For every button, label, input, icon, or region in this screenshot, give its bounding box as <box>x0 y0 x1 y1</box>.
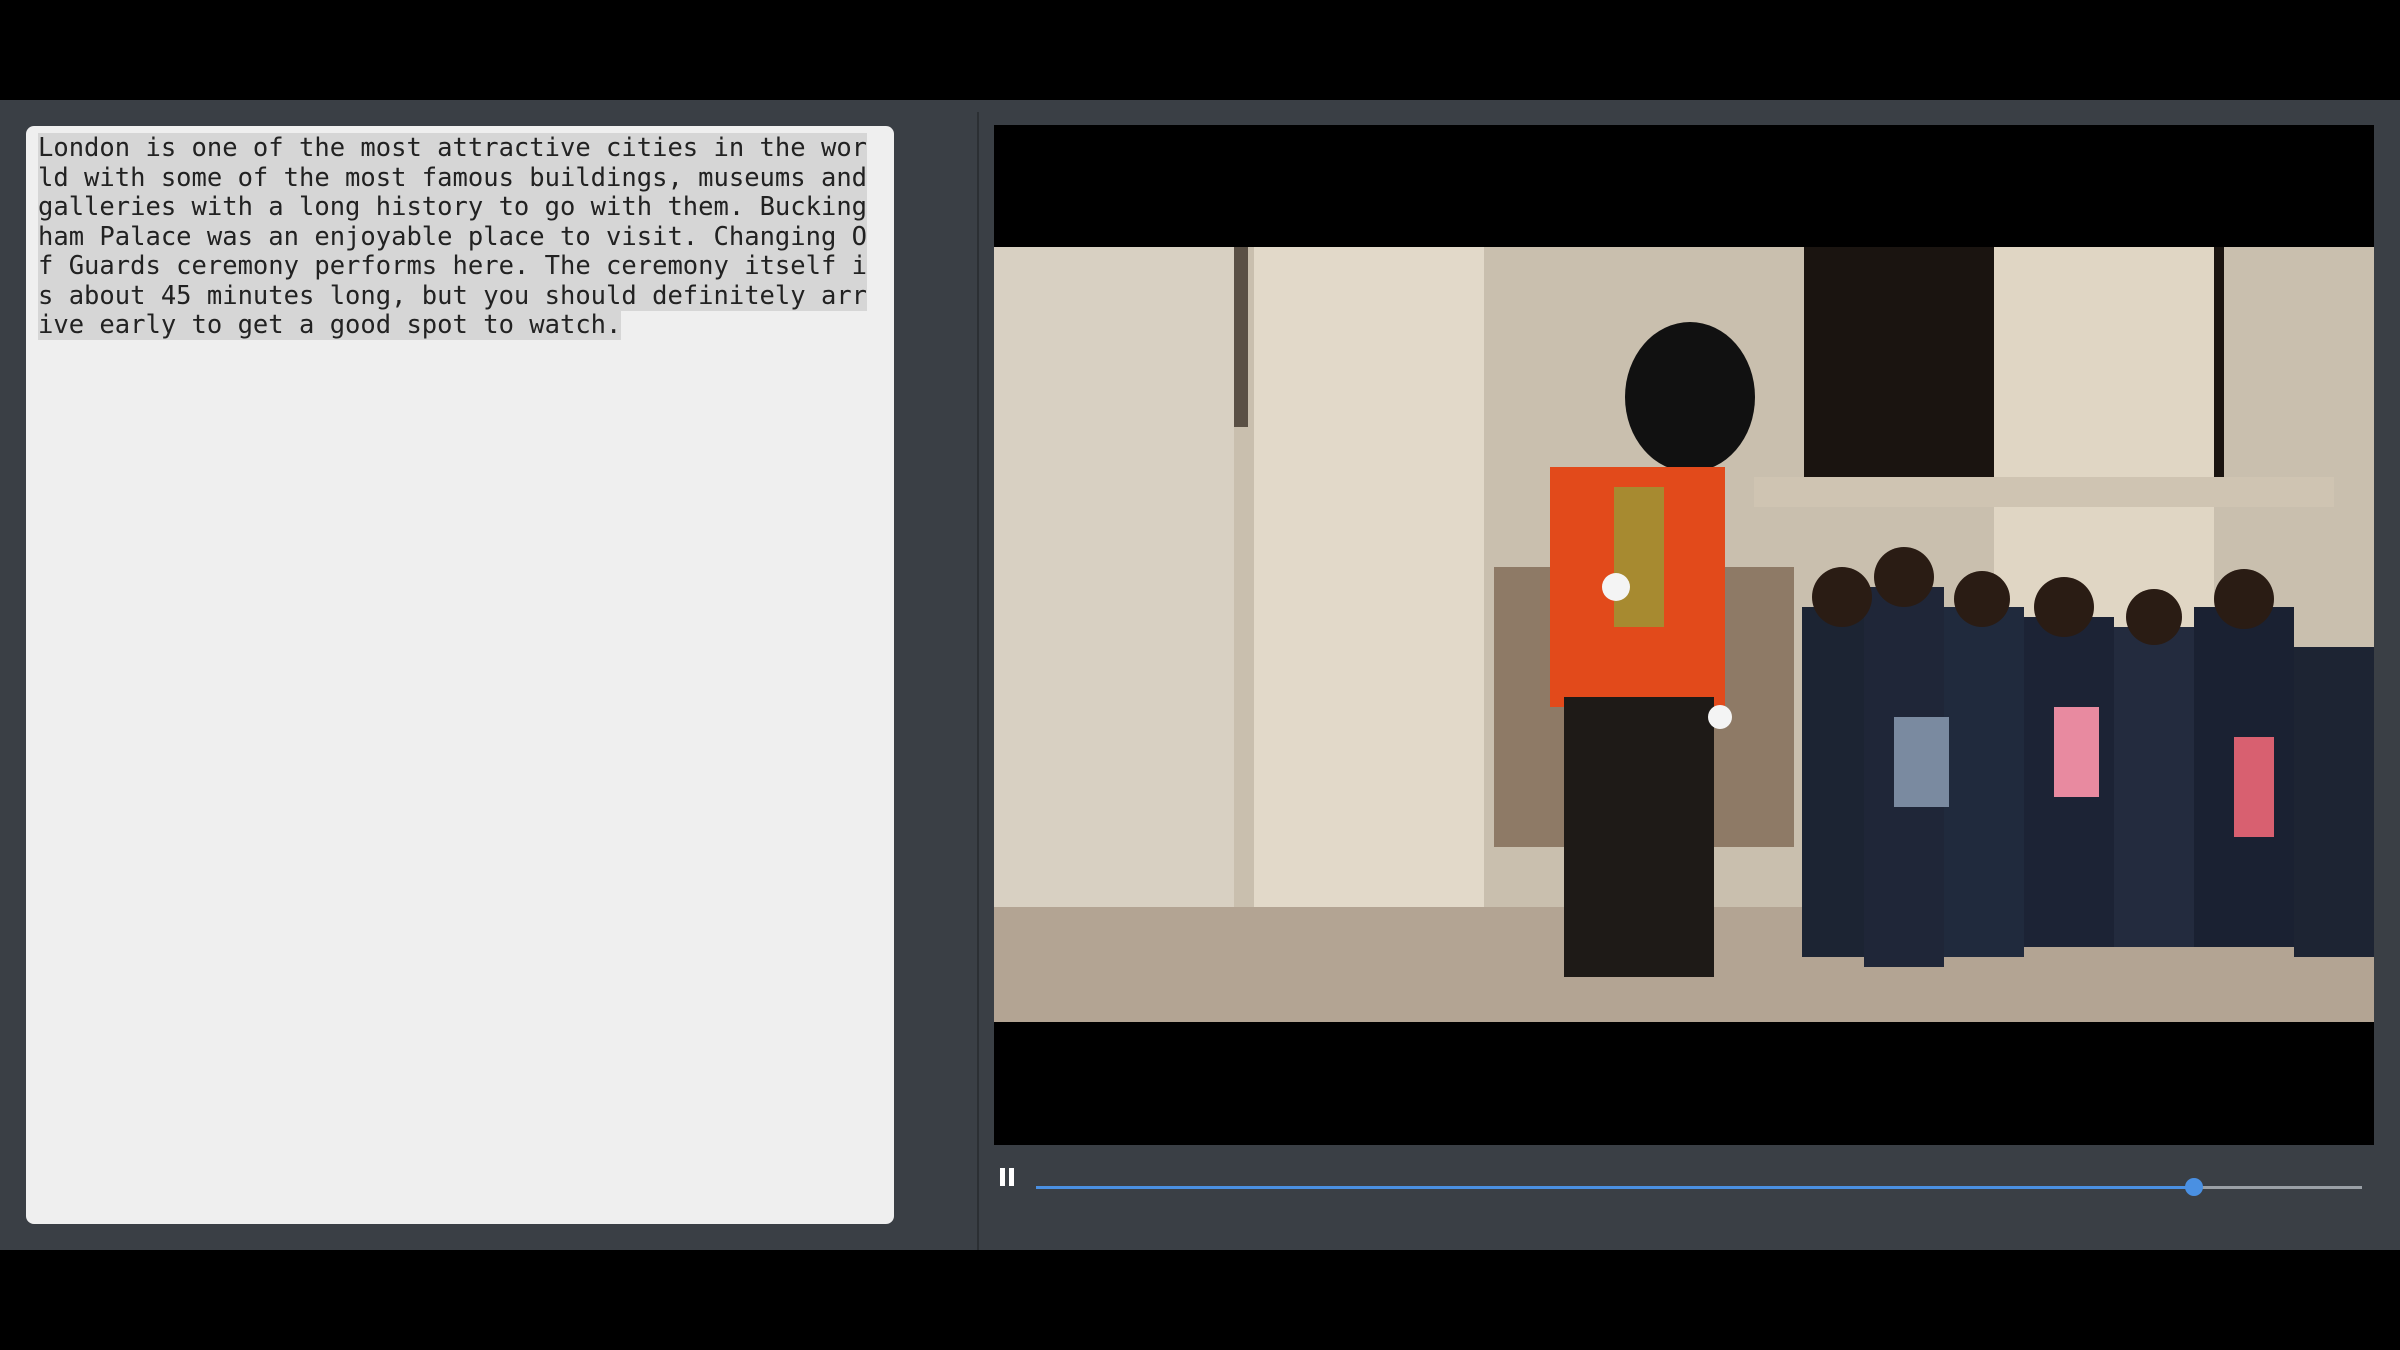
bottom-black-bar <box>0 1250 2400 1350</box>
pause-button[interactable] <box>1000 1168 1018 1190</box>
pause-icon <box>1000 1168 1014 1190</box>
app-window: London is one of the most attractive cit… <box>0 100 2400 1327</box>
top-black-bar <box>0 0 2400 100</box>
panel-divider <box>977 112 979 1250</box>
seek-bar-thumb[interactable] <box>2184 1178 2203 1196</box>
video-player[interactable] <box>994 125 2374 1145</box>
text-panel[interactable]: London is one of the most attractive cit… <box>26 126 894 1224</box>
video-frame-image <box>994 247 2374 1022</box>
seek-bar-progress <box>1036 1186 2194 1189</box>
text-segment: London is one of the most attractive cit… <box>38 133 868 222</box>
video-frame <box>994 247 2374 1022</box>
passage-text: London is one of the most attractive cit… <box>38 133 882 341</box>
video-controls <box>994 1160 2374 1210</box>
seek-bar[interactable] <box>1036 1178 2362 1196</box>
